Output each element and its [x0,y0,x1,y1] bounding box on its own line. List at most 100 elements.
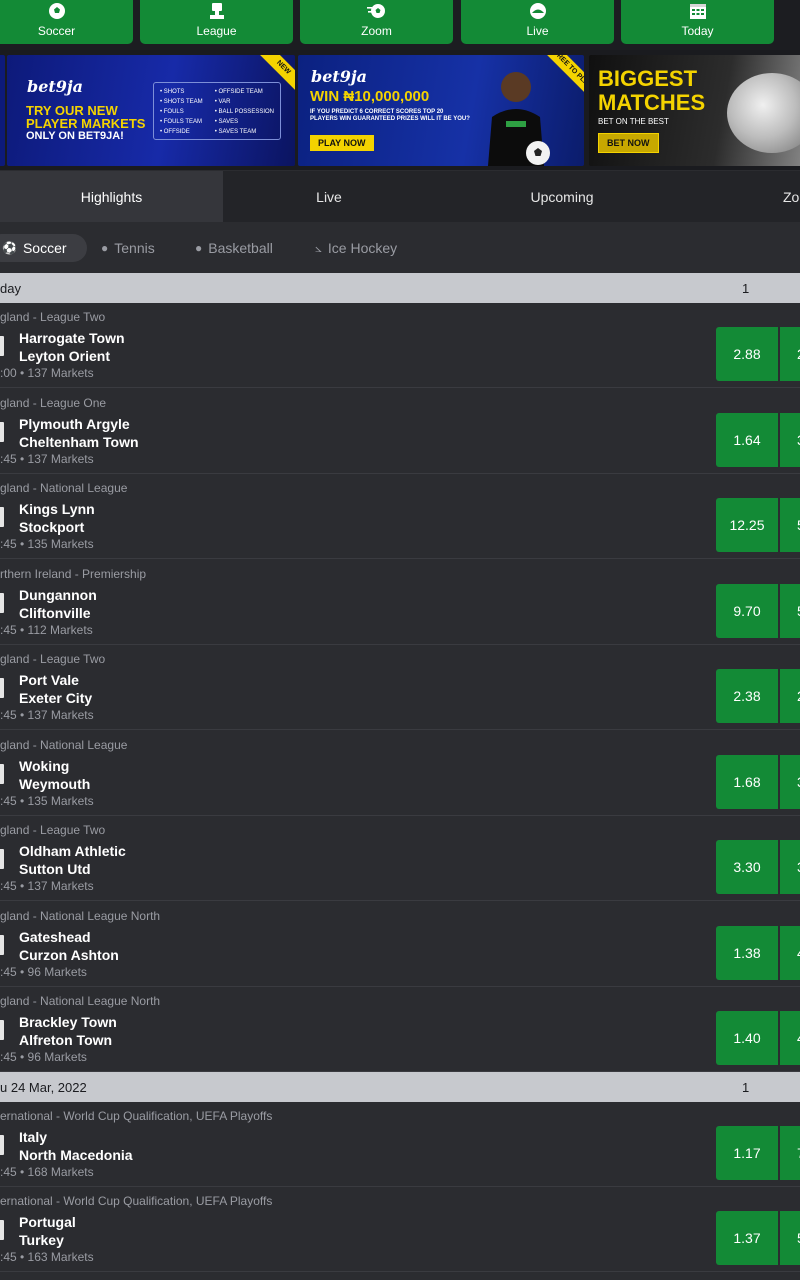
match-marker [0,336,4,356]
play-now-button[interactable]: PLAY NOW [310,135,374,151]
nav-zoom-button[interactable]: Zoom [300,0,453,44]
nav-live-button[interactable]: Live [461,0,614,44]
match-time-markets: :45 • 96 Markets [0,1050,87,1064]
match-time-markets: :00 • 137 Markets [0,366,94,380]
odds-draw-button[interactable]: 2 [780,327,800,381]
away-team: North Macedonia [19,1147,133,1163]
league-name: ernational - World Cup Qualification, UE… [0,1109,273,1123]
match-row[interactable]: gland - League Two Harrogate Town Leyton… [0,303,800,388]
tab-live[interactable]: Live [223,171,435,222]
away-team: Leyton Orient [19,348,111,364]
sport-chip-ice-hockey[interactable]: ⦣ Ice Hockey [315,234,397,262]
market-list-item: • SAVES TEAM [214,129,257,135]
match-marker [0,849,4,869]
sport-chip-soccer[interactable]: ⚽ Soccer [0,234,87,262]
odds-draw-button[interactable]: 7 [780,1126,800,1180]
odds-draw-button[interactable]: 5 [780,498,800,552]
column-header-1: 1 [742,280,750,296]
tab-zoom[interactable]: Zo [760,171,800,222]
odds-draw-button[interactable]: 5 [780,1211,800,1265]
market-list-item: • SHOTS [160,89,185,95]
odds-draw-button[interactable]: 5 [780,584,800,638]
banner-headline: TRY OUR NEW PLAYER MARKETS [26,103,146,131]
sport-chip-tennis[interactable]: ● Tennis [101,234,155,262]
odds-home-button[interactable]: 1.37 [716,1211,778,1265]
event-tabs: Highlights Live Upcoming Zo [0,171,800,222]
column-header-1: 1 [742,1079,750,1095]
odds-draw-button[interactable]: 3 [780,840,800,894]
away-team: Turkey [19,1232,64,1248]
nav-soccer-label: Soccer [37,24,76,38]
zoom-ball-icon [366,1,388,21]
odds-home-button[interactable]: 1.40 [716,1011,778,1065]
match-row[interactable]: ernational - World Cup Qualification, UE… [0,1102,800,1187]
odds-draw-button[interactable]: 4 [780,926,800,980]
away-team: Curzon Ashton [19,947,119,963]
away-team: Weymouth [19,776,91,792]
odds-home-button[interactable]: 1.17 [716,1126,778,1180]
odds-home-button[interactable]: 1.64 [716,413,778,467]
match-row[interactable]: gland - League Two Oldham Athletic Sutto… [0,816,800,901]
sport-chip-label: Soccer [22,240,67,256]
odds-draw-button[interactable]: 3 [780,755,800,809]
match-row[interactable]: gland - National League Kings Lynn Stock… [0,474,800,559]
odds-draw-button[interactable]: 2 [780,669,800,723]
match-marker [0,422,4,442]
market-list-item: • SHOTS TEAM [160,99,203,105]
match-row[interactable]: gland - National League North Gateshead … [0,902,800,987]
match-row[interactable]: gland - National League Woking Weymouth … [0,731,800,816]
tennis-ball-icon: ● [101,241,109,255]
odds-home-button[interactable]: 2.38 [716,669,778,723]
bet9ja-logo: bet9ja [27,77,84,96]
bet-now-button[interactable]: BET NOW [598,133,659,153]
date-section-header: day 1 [0,273,800,303]
home-team: Port Vale [19,672,79,688]
match-row[interactable]: gland - National League North Brackley T… [0,987,800,1072]
league-name: gland - National League North [0,994,161,1008]
odds-draw-button[interactable]: 3 [780,413,800,467]
odds-home-button[interactable]: 1.38 [716,926,778,980]
league-name: gland - League Two [0,823,106,837]
odds-home-button[interactable]: 12.25 [716,498,778,552]
match-time-markets: :45 • 137 Markets [0,708,94,722]
nav-league-label: League [196,24,237,38]
odds-home-button[interactable]: 9.70 [716,584,778,638]
sport-chip-basketball[interactable]: ● Basketball [195,234,273,262]
odds-draw-button[interactable]: 4 [780,1011,800,1065]
tab-highlights[interactable]: Highlights [0,171,223,222]
nav-today-button[interactable]: Today [621,0,774,44]
trophy-icon [206,1,228,21]
odds-home-button[interactable]: 3.30 [716,840,778,894]
match-time-markets: :45 • 137 Markets [0,879,94,893]
away-team: Cliftonville [19,605,91,621]
home-team: Woking [19,758,70,774]
tab-upcoming[interactable]: Upcoming [450,171,674,222]
ball-image [727,73,800,153]
section-date-label: u 24 Mar, 2022 [0,1079,87,1095]
match-time-markets: :45 • 112 Markets [0,623,93,637]
nav-league-button[interactable]: League [140,0,293,44]
promo-banner-prev-edge[interactable] [0,55,5,166]
away-team: Cheltenham Town [19,434,139,450]
top-sports-nav: Soccer League Zoom Live Today [0,0,800,50]
match-row[interactable]: rthern Ireland - Premiership Dungannon C… [0,560,800,645]
market-list-item: • OFFSIDE TEAM [214,89,263,95]
home-team: Oldham Athletic [19,843,126,859]
sport-chip-label: Basketball [208,240,273,256]
league-name: gland - National League [0,738,128,752]
banner-subtext: BET ON THE BEST [598,117,669,126]
promo-banner-player-markets[interactable]: bet9ja TRY OUR NEW PLAYER MARKETS ONLY O… [7,55,295,166]
banner-headline: WIN ₦10,000,000 [310,88,430,105]
match-row[interactable]: gland - League One Plymouth Argyle Chelt… [0,389,800,474]
nav-soccer-button[interactable]: Soccer [0,0,133,44]
promo-banner-biggest-matches[interactable]: BIGGEST MATCHES BET ON THE BEST BET NOW [589,55,800,166]
match-row[interactable]: gland - League Two Port Vale Exeter City… [0,645,800,730]
odds-home-button[interactable]: 1.68 [716,755,778,809]
match-row[interactable]: ernational - World Cup Qualification, UE… [0,1187,800,1272]
league-name: rthern Ireland - Premiership [0,567,147,581]
player-markets-list: • SHOTS • OFFSIDE TEAM • SHOTS TEAM • VA… [153,82,281,140]
basketball-icon: ● [195,241,203,255]
odds-home-button[interactable]: 2.88 [716,327,778,381]
promo-banner-predict-win[interactable]: bet9ja WIN ₦10,000,000 IF YOU PREDICT 6 … [298,55,584,166]
banner-headline: BIGGEST MATCHES [598,66,706,115]
